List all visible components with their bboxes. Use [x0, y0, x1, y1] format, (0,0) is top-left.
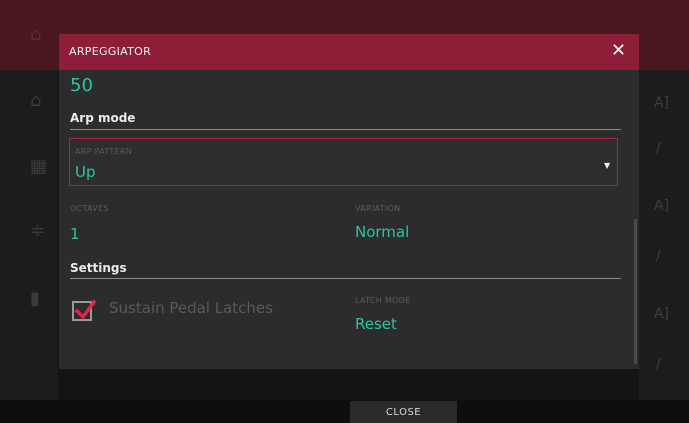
background-sidebar-left: ⌂ ▦ ≑ ▮ — [0, 70, 58, 400]
variation-value[interactable]: Normal — [355, 223, 409, 241]
top-value[interactable]: 50 — [70, 75, 93, 96]
dialog-header: ARPEGGIATOR ✕ — [59, 34, 639, 70]
home-icon: ⌂ — [30, 24, 42, 45]
latch-mode-label: LATCH MODE — [355, 296, 411, 305]
home-icon: ⌂ — [30, 90, 42, 111]
scrollbar[interactable] — [634, 219, 637, 364]
latch-mode-value[interactable]: Reset — [355, 315, 397, 333]
divider — [70, 129, 621, 130]
arpeggiator-dialog: ARPEGGIATOR ✕ 50 Arp mode ARP PATTERN Up… — [59, 34, 639, 369]
section-settings: Settings — [70, 261, 127, 275]
mixer-icon: ≑ — [30, 220, 46, 241]
pencil-icon: / — [656, 140, 661, 156]
bars-icon: ▮ — [30, 288, 40, 309]
text-icon: A] — [654, 198, 670, 214]
section-arp-mode: Arp mode — [70, 111, 136, 125]
pencil-icon: / — [656, 248, 661, 264]
pencil-icon: / — [656, 356, 661, 372]
sustain-pedal-label: Sustain Pedal Latches — [109, 299, 273, 317]
arp-pattern-value: Up — [75, 163, 96, 181]
divider — [70, 278, 621, 279]
grid-icon: ▦ — [30, 156, 48, 177]
chevron-down-icon: ▼ — [604, 161, 611, 170]
text-icon: A] — [654, 95, 670, 111]
dialog-title: ARPEGGIATOR — [69, 45, 152, 58]
arp-pattern-label: ARP PATTERN — [75, 147, 133, 156]
octaves-value[interactable]: 1 — [70, 225, 80, 243]
sustain-pedal-checkbox[interactable] — [72, 299, 97, 321]
close-button[interactable]: CLOSE — [350, 401, 457, 423]
checkmark-icon — [74, 299, 97, 320]
octaves-label: OCTAVES — [70, 204, 109, 213]
background-sidebar-right: A] / A] / A] / — [639, 70, 689, 400]
text-icon: A] — [654, 306, 670, 322]
arp-pattern-dropdown[interactable]: ARP PATTERN Up ▼ — [69, 138, 618, 186]
variation-label: VARIATION — [355, 204, 401, 213]
bottom-bar — [0, 400, 689, 423]
close-icon[interactable]: ✕ — [611, 41, 626, 61]
